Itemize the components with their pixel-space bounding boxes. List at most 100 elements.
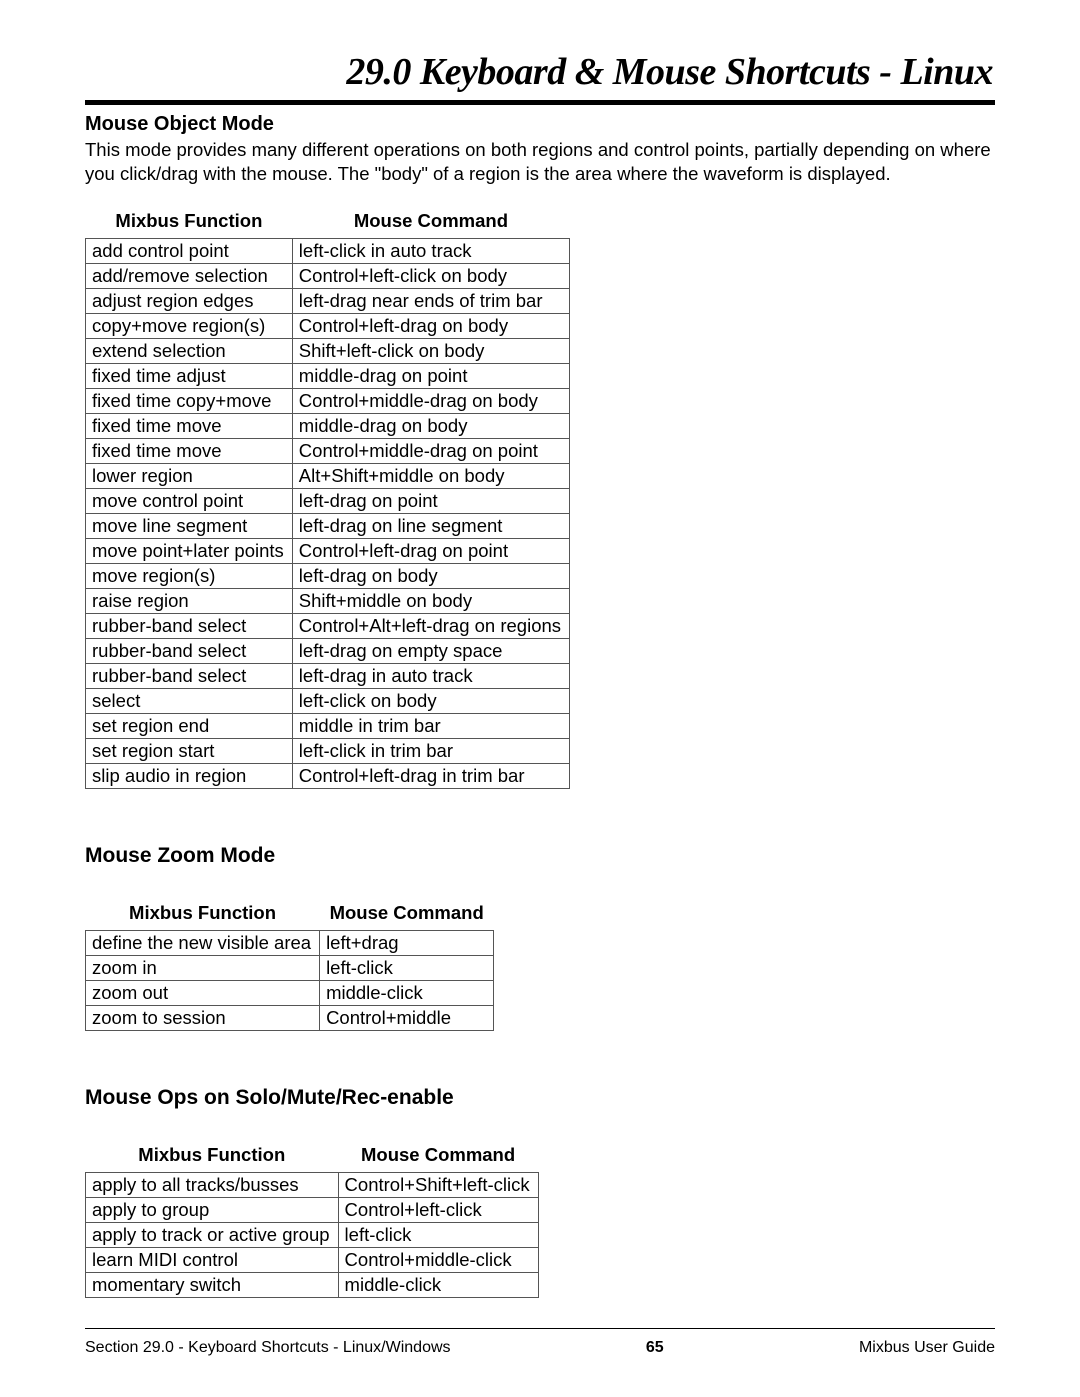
col-header-command: Mouse Command xyxy=(292,206,569,239)
cell-function: move region(s) xyxy=(86,564,293,589)
cell-command: middle in trim bar xyxy=(292,714,569,739)
table-row: zoom inleft-click xyxy=(86,956,494,981)
cell-function: adjust region edges xyxy=(86,289,293,314)
cell-command: Control+left-drag on body xyxy=(292,314,569,339)
chapter-rule xyxy=(85,100,995,105)
cell-command: left-drag on line segment xyxy=(292,514,569,539)
table-mouse-zoom: Mixbus Function Mouse Command define the… xyxy=(85,898,494,1031)
cell-function: fixed time copy+move xyxy=(86,389,293,414)
cell-command: Control+left-drag in trim bar xyxy=(292,764,569,789)
table-row: define the new visible arealeft+drag xyxy=(86,931,494,956)
cell-command: Control+left-drag on point xyxy=(292,539,569,564)
table-row: momentary switchmiddle-click xyxy=(86,1273,539,1298)
cell-function: add/remove selection xyxy=(86,264,293,289)
cell-function: fixed time move xyxy=(86,414,293,439)
cell-function: move control point xyxy=(86,489,293,514)
table-row: selectleft-click on body xyxy=(86,689,570,714)
col-header-command: Mouse Command xyxy=(338,1140,538,1173)
cell-command: Shift+middle on body xyxy=(292,589,569,614)
section-body-mouse-object: This mode provides many different operat… xyxy=(85,138,995,186)
chapter-title: 29.0 Keyboard & Mouse Shortcuts - Linux xyxy=(85,50,995,94)
cell-command: Control+middle-drag on point xyxy=(292,439,569,464)
cell-command: left-drag on body xyxy=(292,564,569,589)
table-row: apply to groupControl+left-click xyxy=(86,1198,539,1223)
cell-function: copy+move region(s) xyxy=(86,314,293,339)
table-row: lower regionAlt+Shift+middle on body xyxy=(86,464,570,489)
footer-right: Mixbus User Guide xyxy=(859,1339,995,1357)
table-row: fixed time moveControl+middle-drag on po… xyxy=(86,439,570,464)
cell-command: left-drag on empty space xyxy=(292,639,569,664)
table-row: copy+move region(s)Control+left-drag on … xyxy=(86,314,570,339)
table-row: move region(s)left-drag on body xyxy=(86,564,570,589)
section-heading-mouse-object: Mouse Object Mode xyxy=(85,113,995,136)
cell-function: set region end xyxy=(86,714,293,739)
table-mouse-object: Mixbus Function Mouse Command add contro… xyxy=(85,206,570,789)
cell-function: extend selection xyxy=(86,339,293,364)
cell-command: left-drag in auto track xyxy=(292,664,569,689)
cell-function: learn MIDI control xyxy=(86,1248,339,1273)
col-header-function: Mixbus Function xyxy=(86,1140,339,1173)
table-row: move line segmentleft-drag on line segme… xyxy=(86,514,570,539)
section-heading-mouse-zoom: Mouse Zoom Mode xyxy=(85,844,995,868)
cell-function: add control point xyxy=(86,239,293,264)
footer-rule xyxy=(85,1328,995,1329)
col-header-function: Mixbus Function xyxy=(86,206,293,239)
cell-function: rubber-band select xyxy=(86,614,293,639)
cell-command: left+drag xyxy=(320,931,494,956)
cell-function: apply to all tracks/busses xyxy=(86,1173,339,1198)
cell-function: raise region xyxy=(86,589,293,614)
col-header-function: Mixbus Function xyxy=(86,898,320,931)
cell-command: Alt+Shift+middle on body xyxy=(292,464,569,489)
footer-left: Section 29.0 - Keyboard Shortcuts - Linu… xyxy=(85,1339,451,1357)
cell-function: rubber-band select xyxy=(86,664,293,689)
table-row: move point+later pointsControl+left-drag… xyxy=(86,539,570,564)
cell-command: left-click in trim bar xyxy=(292,739,569,764)
cell-command: Shift+left-click on body xyxy=(292,339,569,364)
table-row: rubber-band selectleft-drag in auto trac… xyxy=(86,664,570,689)
cell-function: lower region xyxy=(86,464,293,489)
cell-function: move point+later points xyxy=(86,539,293,564)
table-row: fixed time copy+moveControl+middle-drag … xyxy=(86,389,570,414)
table-row: move control pointleft-drag on point xyxy=(86,489,570,514)
cell-command: Control+middle xyxy=(320,1006,494,1031)
table-mouse-ops: Mixbus Function Mouse Command apply to a… xyxy=(85,1140,539,1298)
page-footer: Section 29.0 - Keyboard Shortcuts - Linu… xyxy=(85,1328,995,1357)
cell-command: left-click in auto track xyxy=(292,239,569,264)
cell-command: Control+middle-click xyxy=(338,1248,538,1273)
table-row: zoom to sessionControl+middle xyxy=(86,1006,494,1031)
table-row: add/remove selectionControl+left-click o… xyxy=(86,264,570,289)
footer-page-number: 65 xyxy=(646,1339,664,1357)
cell-function: rubber-band select xyxy=(86,639,293,664)
cell-command: Control+Alt+left-drag on regions xyxy=(292,614,569,639)
cell-function: momentary switch xyxy=(86,1273,339,1298)
cell-function: slip audio in region xyxy=(86,764,293,789)
table-row: add control pointleft-click in auto trac… xyxy=(86,239,570,264)
table-row: rubber-band selectControl+Alt+left-drag … xyxy=(86,614,570,639)
cell-command: Control+left-click xyxy=(338,1198,538,1223)
cell-function: zoom to session xyxy=(86,1006,320,1031)
table-row: learn MIDI controlControl+middle-click xyxy=(86,1248,539,1273)
table-row: adjust region edgesleft-drag near ends o… xyxy=(86,289,570,314)
cell-function: move line segment xyxy=(86,514,293,539)
table-row: set region startleft-click in trim bar xyxy=(86,739,570,764)
table-row: extend selectionShift+left-click on body xyxy=(86,339,570,364)
cell-command: middle-click xyxy=(338,1273,538,1298)
cell-function: zoom out xyxy=(86,981,320,1006)
cell-function: select xyxy=(86,689,293,714)
cell-command: middle-drag on point xyxy=(292,364,569,389)
table-row: apply to track or active groupleft-click xyxy=(86,1223,539,1248)
cell-command: left-drag on point xyxy=(292,489,569,514)
cell-command: left-click xyxy=(338,1223,538,1248)
table-row: apply to all tracks/bussesControl+Shift+… xyxy=(86,1173,539,1198)
cell-command: Control+middle-drag on body xyxy=(292,389,569,414)
cell-command: Control+Shift+left-click xyxy=(338,1173,538,1198)
cell-command: middle-click xyxy=(320,981,494,1006)
section-heading-mouse-ops: Mouse Ops on Solo/Mute/Rec-enable xyxy=(85,1086,995,1110)
cell-function: fixed time adjust xyxy=(86,364,293,389)
table-row: set region endmiddle in trim bar xyxy=(86,714,570,739)
cell-command: left-drag near ends of trim bar xyxy=(292,289,569,314)
table-row: rubber-band selectleft-drag on empty spa… xyxy=(86,639,570,664)
cell-function: zoom in xyxy=(86,956,320,981)
table-row: slip audio in regionControl+left-drag in… xyxy=(86,764,570,789)
table-row: zoom outmiddle-click xyxy=(86,981,494,1006)
